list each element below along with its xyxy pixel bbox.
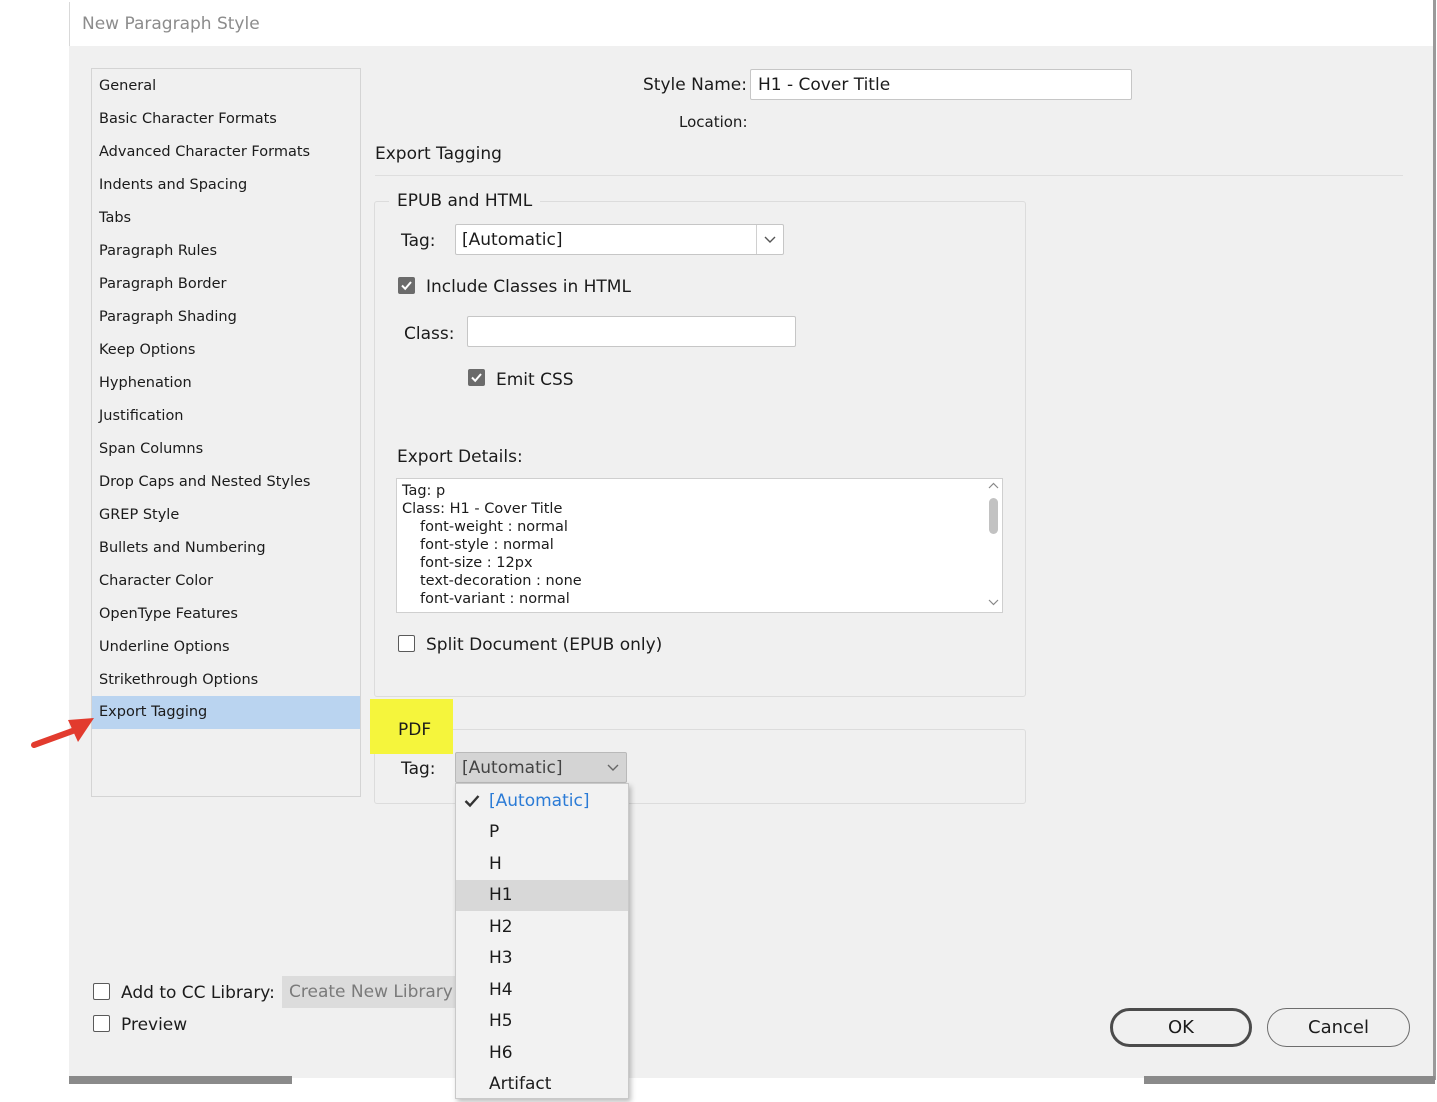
section-divider <box>375 175 1403 176</box>
category-item-basic-character-formats[interactable]: Basic Character Formats <box>92 103 360 136</box>
menu-item-artifact[interactable]: Artifact <box>456 1069 628 1100</box>
scroll-thumb[interactable] <box>989 498 998 534</box>
emit-css-checkbox[interactable] <box>468 369 485 386</box>
pdf-tag-label: Tag: <box>401 759 436 779</box>
category-item-grep-style[interactable]: GREP Style <box>92 499 360 532</box>
chevron-down-icon <box>599 753 626 782</box>
pdf-group-title: PDF <box>398 720 432 740</box>
title-bar[interactable]: New Paragraph Style <box>69 2 1433 46</box>
red-arrow-icon <box>31 718 94 748</box>
menu-item-label: Artifact <box>489 1074 552 1094</box>
style-name-label: Style Name: <box>643 75 747 95</box>
dialog-shadow <box>69 1076 292 1084</box>
menu-item-h5[interactable]: H5 <box>456 1006 628 1037</box>
menu-item-label: [Automatic] <box>489 791 590 811</box>
menu-item-label: H <box>489 854 502 874</box>
menu-item-h4[interactable]: H4 <box>456 975 628 1006</box>
include-classes-label: Include Classes in HTML <box>426 277 631 297</box>
include-classes-checkbox[interactable] <box>398 277 415 294</box>
category-item-span-columns[interactable]: Span Columns <box>92 433 360 466</box>
category-item-export-tagging[interactable]: Export Tagging <box>92 696 360 729</box>
style-name-value: H1 - Cover Title <box>758 74 891 95</box>
epub-tag-select[interactable]: [Automatic] <box>455 224 784 255</box>
ok-button[interactable]: OK <box>1110 1008 1252 1047</box>
category-item-justification[interactable]: Justification <box>92 400 360 433</box>
ok-button-label: OK <box>1168 1017 1194 1038</box>
chevron-up-icon[interactable] <box>988 482 999 490</box>
category-item-paragraph-shading[interactable]: Paragraph Shading <box>92 301 360 334</box>
class-input[interactable] <box>467 316 796 347</box>
menu-item-label: H5 <box>489 1011 513 1031</box>
add-to-cc-library-label: Add to CC Library: <box>121 983 275 1003</box>
checkmark-icon <box>464 795 480 808</box>
export-details-label: Export Details: <box>397 447 523 467</box>
category-item-character-color[interactable]: Character Color <box>92 565 360 598</box>
epub-tag-value: [Automatic] <box>462 229 563 250</box>
menu-item-h3[interactable]: H3 <box>456 943 628 974</box>
category-item-bullets-and-numbering[interactable]: Bullets and Numbering <box>92 532 360 565</box>
menu-item-label: P <box>489 822 500 842</box>
category-item-keep-options[interactable]: Keep Options <box>92 334 360 367</box>
category-item-opentype-features[interactable]: OpenType Features <box>92 598 360 631</box>
category-item-tabs[interactable]: Tabs <box>92 202 360 235</box>
epub-html-group-title: EPUB and HTML <box>389 191 541 211</box>
menu-item-automatic[interactable]: [Automatic] <box>456 786 628 817</box>
add-to-cc-library-checkbox[interactable] <box>93 983 110 1000</box>
details-line: Class: H1 - Cover Title <box>402 501 563 517</box>
export-details-box[interactable]: Tag: p Class: H1 - Cover Title font-weig… <box>396 478 1003 613</box>
split-document-checkbox[interactable] <box>398 635 415 652</box>
category-list: General Basic Character Formats Advanced… <box>91 68 361 797</box>
dialog-shadow <box>1144 1076 1435 1084</box>
split-document-label: Split Document (EPUB only) <box>426 635 663 655</box>
location-label: Location: <box>679 113 748 131</box>
create-new-library-select[interactable]: Create New Library <box>282 976 455 1008</box>
epub-tag-label: Tag: <box>401 231 436 251</box>
pdf-tag-dropdown-menu: [Automatic] P H H1 H2 H3 H4 H5 H6 Artifa… <box>455 783 629 1099</box>
category-item-strikethrough-options[interactable]: Strikethrough Options <box>92 664 360 697</box>
menu-item-label: H4 <box>489 980 513 1000</box>
checkmark-icon <box>471 373 482 383</box>
category-item-advanced-character-formats[interactable]: Advanced Character Formats <box>92 136 360 169</box>
menu-item-p[interactable]: P <box>456 817 628 848</box>
details-line: text-decoration : none <box>420 573 582 589</box>
details-line: font-variant : normal <box>420 591 570 607</box>
category-item-underline-options[interactable]: Underline Options <box>92 631 360 664</box>
class-label: Class: <box>404 324 455 344</box>
details-line: font-style : normal <box>420 537 554 553</box>
preview-checkbox[interactable] <box>93 1015 110 1032</box>
category-item-general[interactable]: General <box>92 70 360 103</box>
menu-item-label: H3 <box>489 948 513 968</box>
menu-item-h1[interactable]: H1 <box>456 880 628 911</box>
menu-item-label: H6 <box>489 1043 513 1063</box>
menu-item-h2[interactable]: H2 <box>456 912 628 943</box>
category-item-paragraph-border[interactable]: Paragraph Border <box>92 268 360 301</box>
category-item-drop-caps-and-nested-styles[interactable]: Drop Caps and Nested Styles <box>92 466 360 499</box>
category-item-hyphenation[interactable]: Hyphenation <box>92 367 360 400</box>
section-title: Export Tagging <box>375 144 502 164</box>
details-scrollbar[interactable] <box>985 479 1002 612</box>
chevron-down-icon <box>756 225 783 254</box>
menu-item-h[interactable]: H <box>456 849 628 880</box>
details-line: Tag: p <box>402 483 446 499</box>
menu-item-h6[interactable]: H6 <box>456 1038 628 1069</box>
chevron-down-icon[interactable] <box>988 598 999 606</box>
checkmark-icon <box>401 281 412 291</box>
style-name-input[interactable]: H1 - Cover Title <box>750 69 1132 100</box>
cancel-button[interactable]: Cancel <box>1267 1008 1410 1047</box>
emit-css-label: Emit CSS <box>496 370 574 390</box>
menu-item-label: H1 <box>489 885 513 905</box>
preview-label: Preview <box>121 1015 188 1035</box>
details-line: font-size : 12px <box>420 555 533 571</box>
create-new-library-label: Create New Library <box>289 982 453 1002</box>
window-edge <box>1433 0 1436 1080</box>
cancel-button-label: Cancel <box>1308 1017 1369 1038</box>
pdf-tag-value: [Automatic] <box>462 757 563 778</box>
category-item-paragraph-rules[interactable]: Paragraph Rules <box>92 235 360 268</box>
pdf-tag-select[interactable]: [Automatic] <box>455 752 627 783</box>
dialog-title: New Paragraph Style <box>82 14 260 34</box>
details-line: font-weight : normal <box>420 519 568 535</box>
category-item-indents-and-spacing[interactable]: Indents and Spacing <box>92 169 360 202</box>
menu-item-label: H2 <box>489 917 513 937</box>
